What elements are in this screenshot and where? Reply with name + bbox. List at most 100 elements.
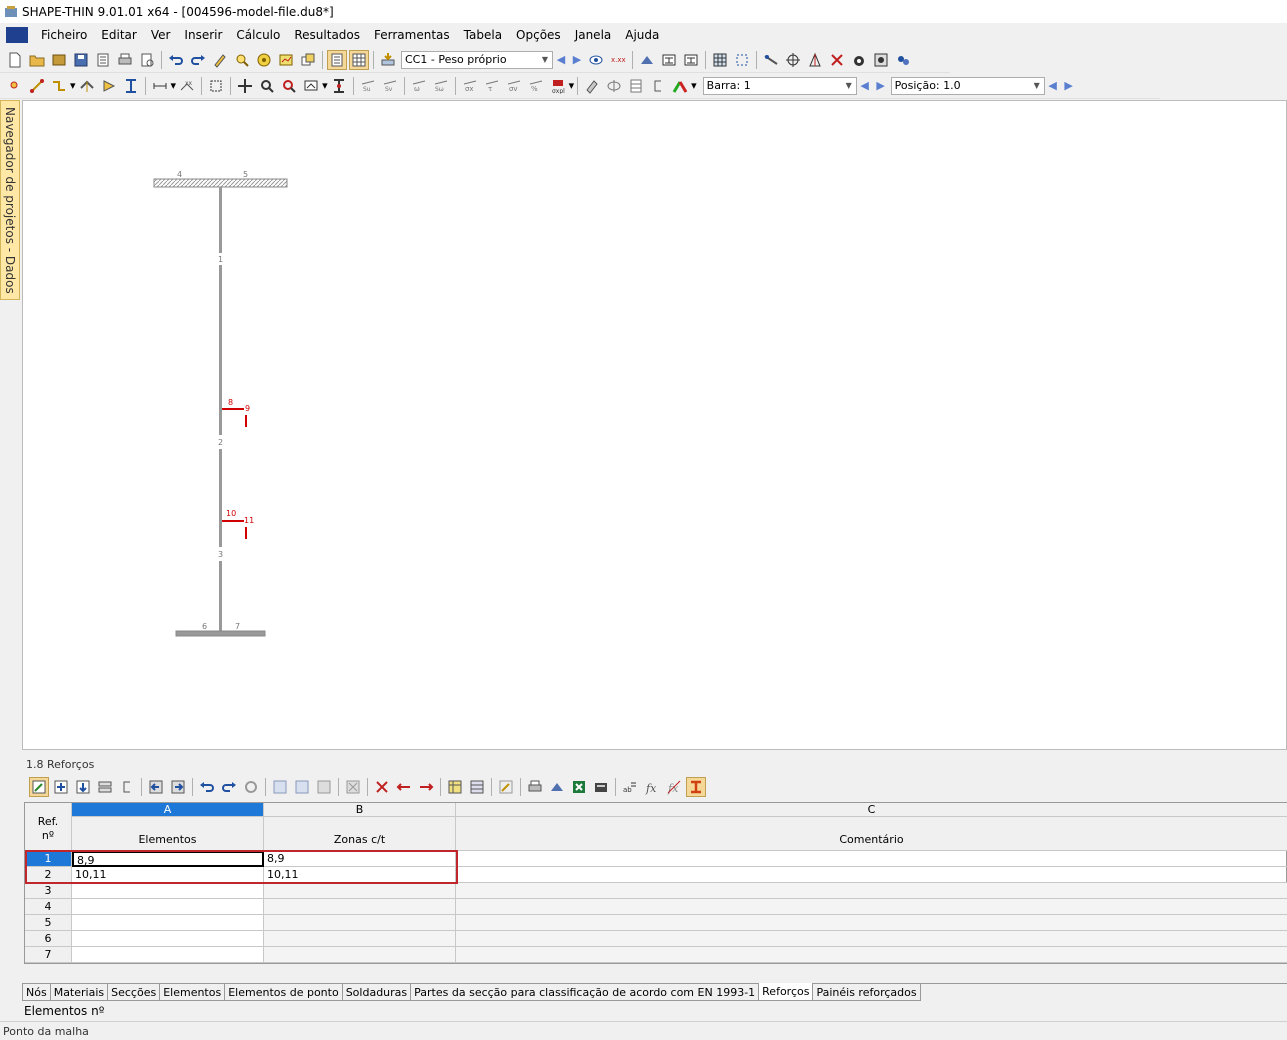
elements-cell[interactable] [72,947,264,963]
row-number[interactable]: 4 [25,899,72,915]
menu-inserir[interactable]: Inserir [177,28,229,42]
chevron-down-icon[interactable]: ▾ [70,79,76,92]
results-icon[interactable] [276,50,296,70]
find-icon[interactable] [232,50,252,70]
filter-icon[interactable] [270,777,290,797]
display-options-icon[interactable] [301,76,321,96]
next-table-icon[interactable] [168,777,188,797]
comment-cell[interactable] [456,947,1287,963]
shear-sv-icon[interactable]: Sv [380,76,400,96]
elements-cell[interactable] [72,931,264,947]
stress-sigma-v-icon[interactable]: σv [504,76,524,96]
tab-nos[interactable]: Nós [22,984,51,1001]
comment-cell[interactable] [456,915,1287,931]
save-icon[interactable] [71,50,91,70]
insert-weld-icon[interactable] [99,76,119,96]
redo-icon[interactable] [188,50,208,70]
tab-elementos[interactable]: Elementos [159,984,226,1001]
column-a-letter[interactable]: A [72,803,264,817]
menu-janela[interactable]: Janela [568,28,619,42]
print-report-icon[interactable] [93,50,113,70]
app-menu-icon[interactable] [6,26,28,43]
zoom-icon[interactable] [257,76,277,96]
tab-soldaduras[interactable]: Soldaduras [341,984,412,1001]
previous-bar-icon[interactable]: ◀ [857,79,873,92]
zoom-out-icon[interactable] [279,76,299,96]
warping-icon[interactable]: ω [409,76,429,96]
drawing-canvas[interactable]: 4 5 1 2 3 6 7 8 9 10 11 [22,100,1287,750]
tab-elementos-de-ponto[interactable]: Elementos de ponto [224,984,343,1001]
section-view-2-icon[interactable] [681,50,701,70]
chevron-down-icon[interactable]: ▼ [538,52,552,68]
result-values-icon[interactable]: x.xx [608,50,628,70]
previous-position-icon[interactable]: ◀ [1045,79,1061,92]
edit-pencil-icon[interactable] [210,50,230,70]
row-number[interactable]: 2 [25,867,72,883]
stress-tau-icon[interactable]: τ [482,76,502,96]
delete-selected-icon[interactable] [372,777,392,797]
view-icon[interactable] [547,777,567,797]
insert-node-icon[interactable] [5,76,25,96]
column-b-letter[interactable]: B [264,803,456,817]
render-icon[interactable] [582,76,602,96]
move-row-down-icon[interactable] [73,777,93,797]
text-format-icon[interactable]: ab [620,777,640,797]
zones-cell[interactable] [264,931,456,947]
principal-axes-icon[interactable] [805,50,825,70]
menu-ferramentas[interactable]: Ferramentas [367,28,457,42]
delete-x-icon[interactable] [827,50,847,70]
clear-icon[interactable] [343,777,363,797]
plugin-icon[interactable] [893,50,913,70]
menu-ver[interactable]: Ver [144,28,178,42]
bottom-flange[interactable] [175,630,266,637]
redo-icon[interactable] [219,777,239,797]
table-columns-icon[interactable] [467,777,487,797]
edit-table-icon[interactable] [29,777,49,797]
function-clear-icon[interactable]: fx [664,777,684,797]
menu-ficheiro[interactable]: Ficheiro [34,28,94,42]
refresh-icon[interactable] [241,777,261,797]
chevron-down-icon[interactable]: ▾ [569,79,575,92]
comment-cell[interactable] [456,851,1287,867]
insert-polyline-icon[interactable] [49,76,69,96]
chevron-down-icon[interactable]: ▾ [691,79,697,92]
menu-opcoes[interactable]: Opções [509,28,568,42]
stiffener-1[interactable]: 8 9 [222,398,250,427]
bar-select[interactable]: Barra: 1 ▼ [702,76,857,95]
undo-icon[interactable] [197,777,217,797]
ellipse-icon[interactable] [604,76,624,96]
stiffener-2[interactable]: 10 11 [222,509,254,539]
row-number[interactable]: 3 [25,883,72,899]
measure-icon[interactable] [761,50,781,70]
previous-table-icon[interactable] [146,777,166,797]
stress-ratio-icon[interactable]: % [526,76,546,96]
mesh-icon[interactable] [710,50,730,70]
insert-element-icon[interactable] [27,76,47,96]
chevron-down-icon[interactable]: ▾ [171,79,177,92]
table-view-icon[interactable] [327,49,347,70]
comment-cell[interactable] [456,899,1287,915]
table-layout-icon[interactable] [445,777,465,797]
bracket-icon[interactable] [648,76,668,96]
load-case-select[interactable]: CC1 - Peso próprio ▼ [401,50,553,69]
new-file-icon[interactable] [5,50,25,70]
open-folder-icon[interactable] [27,50,47,70]
calculator-icon[interactable] [591,777,611,797]
elements-cell[interactable] [72,883,264,899]
bracket-icon[interactable] [117,777,137,797]
comment-cell[interactable] [456,883,1287,899]
windows-icon[interactable] [298,50,318,70]
zones-cell[interactable] [264,947,456,963]
section-view-icon[interactable] [659,50,679,70]
column-c-letter[interactable]: C [456,803,1287,817]
function-icon[interactable]: fx [642,777,662,797]
options-icon[interactable] [871,50,891,70]
copy-rows-icon[interactable] [95,777,115,797]
print-table-icon[interactable] [525,777,545,797]
menu-calculo[interactable]: Cálculo [229,28,287,42]
plastic-stress-icon[interactable]: σxpl [548,76,568,96]
position-select[interactable]: Posição: 1.0 ▼ [890,76,1045,95]
row-number[interactable]: 6 [25,931,72,947]
print-graphic-icon[interactable] [137,50,157,70]
zones-cell[interactable] [264,883,456,899]
